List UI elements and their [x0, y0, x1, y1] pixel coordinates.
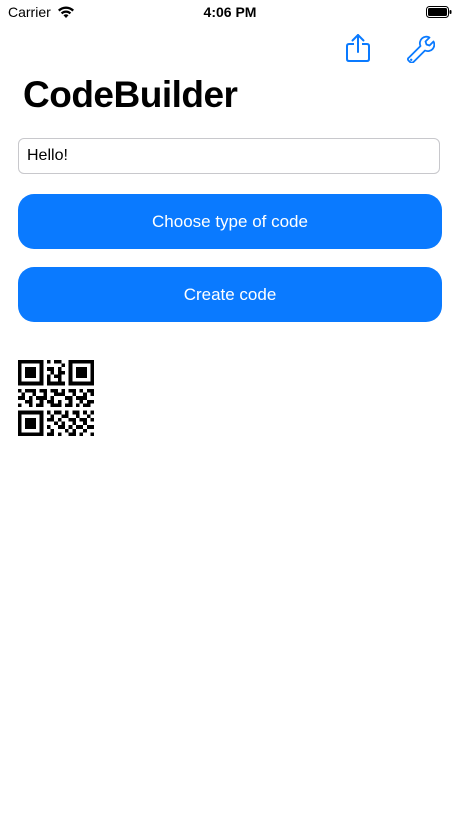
choose-code-type-label: Choose type of code: [152, 211, 308, 231]
create-code-button[interactable]: Create code: [18, 267, 442, 322]
share-button[interactable]: [340, 30, 376, 66]
settings-button[interactable]: [402, 30, 438, 66]
status-time: 4:06 PM: [203, 4, 257, 20]
choose-code-type-button[interactable]: Choose type of code: [18, 194, 442, 249]
page-title: CodeBuilder: [23, 74, 238, 115]
battery-icon: [426, 6, 452, 18]
create-code-label: Create code: [183, 284, 277, 304]
app-screen: Carrier 4:06 PM CodeBuilder Choo: [0, 0, 460, 818]
qr-code-image: [18, 360, 94, 436]
status-bar: Carrier 4:06 PM: [0, 0, 460, 24]
wrench-icon: [406, 35, 435, 63]
code-text-input[interactable]: [18, 138, 440, 174]
share-icon: [346, 34, 370, 62]
